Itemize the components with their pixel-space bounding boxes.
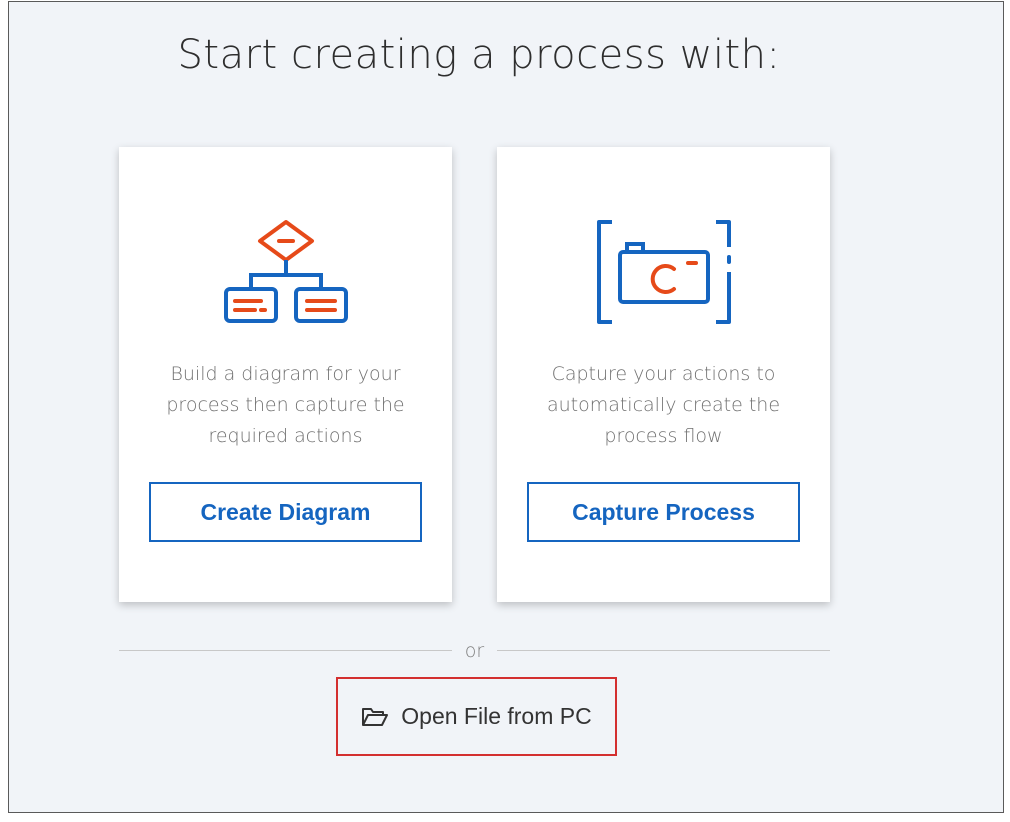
folder-open-icon [361,706,389,728]
divider-or-text: or [464,640,485,662]
create-diagram-description: Build a diagram for your process then ca… [166,363,405,447]
divider-line-right [497,650,830,651]
open-file-button[interactable]: Open File from PC [336,677,617,756]
camera-capture-icon [497,217,830,327]
start-panel: Start creating a process with: Build a d… [8,1,1004,813]
divider-line-left [119,650,452,651]
open-file-label: Open File from PC [401,703,592,729]
capture-process-card: Capture your actions to automatically cr… [497,147,830,602]
page-title: Start creating a process with: [177,32,781,78]
create-diagram-button[interactable]: Create Diagram [149,482,422,542]
capture-process-description: Capture your actions to automatically cr… [546,363,781,447]
capture-process-button[interactable]: Capture Process [527,482,800,542]
create-diagram-card: Build a diagram for your process then ca… [119,147,452,602]
flowchart-icon [119,217,452,327]
